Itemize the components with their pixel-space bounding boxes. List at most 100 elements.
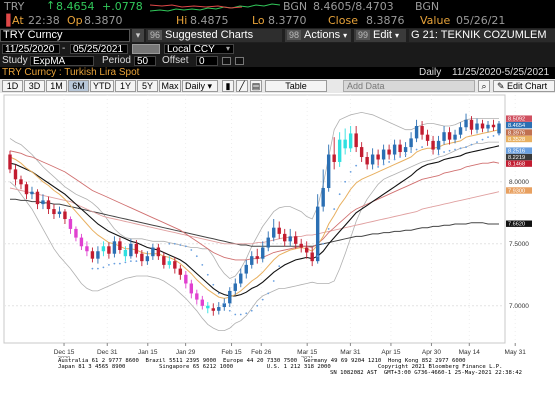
candle-body xyxy=(206,305,210,309)
currency-select[interactable]: Local CCY xyxy=(164,44,234,55)
bar-style-icon[interactable]: ▤ xyxy=(250,80,262,92)
period-label: Period xyxy=(102,55,131,66)
period-max-button[interactable]: Max xyxy=(159,80,181,92)
daily-dropdown[interactable]: Daily ▾ xyxy=(182,80,218,92)
candle-body xyxy=(392,144,397,155)
period-1d-button[interactable]: 1D xyxy=(2,80,23,92)
candle-body xyxy=(398,144,402,153)
close-label: Close xyxy=(328,14,358,27)
zoom-icon[interactable]: ⌕ xyxy=(478,80,490,92)
candle-body xyxy=(469,119,474,130)
chart-svg[interactable]: Dec 15 Dec 31 Jan 15 Jan 29 Feb 15 Feb 26 Mar … xyxy=(0,93,555,362)
candle-body xyxy=(41,200,45,205)
candle-body xyxy=(370,154,375,165)
add-data-input[interactable]: Add Data xyxy=(343,80,475,92)
candle-body xyxy=(35,191,40,205)
period-1m-button[interactable]: 1M xyxy=(46,80,67,92)
end-date-field[interactable]: 05/25/2021 xyxy=(70,44,128,55)
period-3d-button[interactable]: 3D xyxy=(24,80,45,92)
start-date-field[interactable]: 11/25/2020 xyxy=(2,44,60,55)
study-select[interactable]: ExpMA xyxy=(30,56,94,67)
calendar-icon[interactable] xyxy=(132,44,160,54)
candle-body xyxy=(480,123,485,129)
candle-body xyxy=(321,188,325,207)
y-tick-label: 7.0000 xyxy=(509,303,529,310)
candle-body xyxy=(332,154,336,162)
candle-body xyxy=(19,179,23,185)
offset-field[interactable]: 0 xyxy=(196,56,218,67)
period-ytd-button[interactable]: YTD xyxy=(90,80,114,92)
psar-dot xyxy=(377,166,380,168)
chart-name[interactable]: G 21: TEKNIK COZUMLEM xyxy=(409,29,555,42)
candle-body xyxy=(228,290,232,304)
price-label: 8.2219 xyxy=(508,155,525,161)
psar-dot xyxy=(338,193,341,196)
price-label: 8.3976 xyxy=(508,130,525,136)
period-5y-button[interactable]: 5Y xyxy=(137,80,158,92)
psar-dot xyxy=(316,255,319,258)
candle-body xyxy=(68,219,73,229)
psar-dot xyxy=(195,255,198,258)
offset-label: Offset xyxy=(162,55,189,66)
psar-dot xyxy=(272,280,275,282)
security-input[interactable]: TRY Curncy xyxy=(0,29,130,42)
candle-body xyxy=(151,247,155,257)
quote-time: 22:38 xyxy=(28,14,60,27)
psar-dot xyxy=(102,266,105,269)
high-label: Hi xyxy=(176,14,188,27)
x-tick-label: Mar 15 xyxy=(297,349,318,356)
edit-chart-button[interactable]: ✎ Edit Chart xyxy=(493,80,555,92)
open-value: 8.3870 xyxy=(84,14,123,27)
period-field[interactable]: 50 xyxy=(134,56,156,67)
psar-dot xyxy=(245,312,248,315)
table-button[interactable]: Table xyxy=(265,80,327,92)
candle-body xyxy=(96,251,100,259)
period-1y-button[interactable]: 1Y xyxy=(115,80,136,92)
line-style-icon[interactable]: ╱ xyxy=(236,80,248,92)
high-value: 8.4875 xyxy=(190,14,229,27)
psar-dot xyxy=(113,262,116,265)
candle-body xyxy=(288,236,292,242)
chart-area[interactable]: Dec 15 Dec 31 Jan 15 Jan 29 Feb 15 Feb 26 Mar … xyxy=(0,93,555,362)
psar-dot xyxy=(173,242,176,245)
currency-chevron-down-icon[interactable]: ▾ xyxy=(226,43,230,55)
candle-body xyxy=(294,236,298,244)
dropdown-arrow-icon[interactable]: ▾ xyxy=(132,29,144,42)
psar-dot xyxy=(437,153,440,156)
study-checkbox-2[interactable] xyxy=(235,57,244,65)
frequency-label: Daily xyxy=(419,67,442,78)
edit-menu[interactable]: 99 Edit ▾ xyxy=(354,29,406,42)
range-row: 11/25/2020 - 05/25/2021 Local CCY ▾ xyxy=(0,43,555,55)
psar-dot xyxy=(448,149,451,152)
footer-session: SN 1082082 AST GMT+3:00 G736-4660-1 25-M… xyxy=(330,370,522,376)
psar-dot xyxy=(250,309,253,312)
x-tick-label: Dec 15 xyxy=(54,349,75,356)
suggested-charts-button[interactable]: 96 Suggested Charts xyxy=(146,29,282,42)
psar-dot xyxy=(327,228,330,230)
psar-dot xyxy=(124,261,127,264)
candle-body xyxy=(233,283,237,291)
actions-menu[interactable]: 98 Actions ▾ xyxy=(285,29,351,42)
candle-body xyxy=(337,139,342,162)
psar-dot xyxy=(382,163,385,166)
candle-body xyxy=(63,211,67,219)
ticker: TRY xyxy=(4,0,25,13)
candle-body xyxy=(381,149,386,160)
psar-dot xyxy=(206,273,209,276)
candle-body xyxy=(442,132,446,141)
psar-dot xyxy=(322,242,325,245)
at-label: At xyxy=(12,14,24,27)
period-6m-button[interactable]: 6M xyxy=(68,80,89,92)
candle-body xyxy=(118,241,122,250)
chart-grid xyxy=(3,94,516,344)
chart-type-icon[interactable]: ▮ xyxy=(222,80,234,92)
study-checkbox-1[interactable] xyxy=(222,57,231,65)
x-tick-label: Dec 31 xyxy=(97,349,118,356)
candle-body xyxy=(217,307,221,311)
x-tick-label: Apr 30 xyxy=(422,349,442,356)
candle-body xyxy=(85,246,89,252)
study-label: Study xyxy=(2,55,28,66)
candle-body xyxy=(123,250,128,257)
candle-body xyxy=(310,252,314,262)
psar-dot xyxy=(344,180,347,183)
